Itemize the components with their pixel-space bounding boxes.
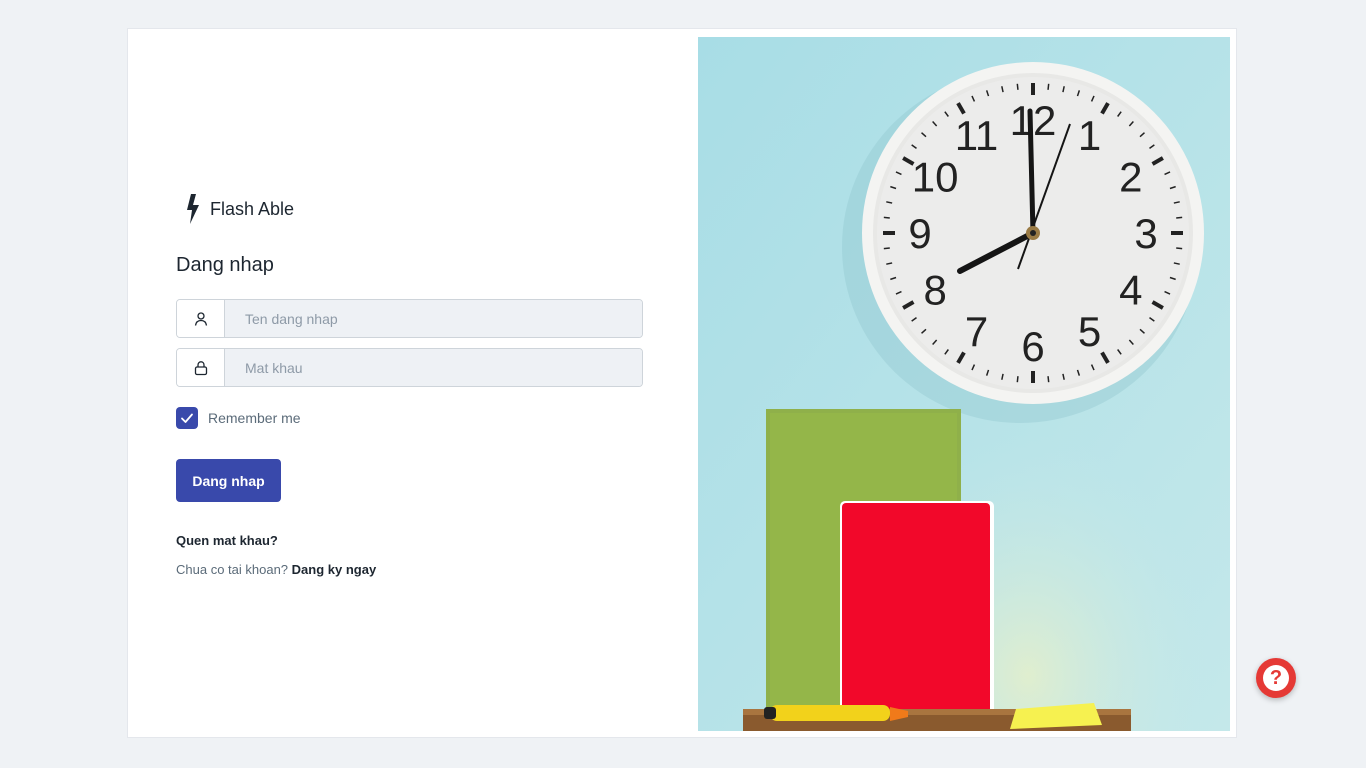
login-button[interactable]: Dang nhap — [176, 459, 281, 502]
svg-text:9: 9 — [908, 210, 931, 257]
no-account-text: Chua co tai khoan? — [176, 562, 289, 577]
login-card: Flash Able Dang nhap Ten dang nhap Remem… — [127, 28, 1237, 738]
svg-text:1: 1 — [1078, 112, 1101, 159]
brand-name: Flash Able — [210, 198, 295, 219]
password-field-group — [176, 348, 643, 387]
question-icon: ? — [1263, 665, 1289, 691]
svg-text:7: 7 — [965, 308, 988, 355]
remember-me-label[interactable]: Remember me — [208, 410, 301, 426]
remember-me-checkbox[interactable] — [176, 407, 198, 429]
username-field-group — [176, 299, 643, 338]
username-input[interactable] — [225, 300, 642, 337]
checkmark-icon — [181, 413, 193, 423]
svg-text:10: 10 — [912, 154, 959, 201]
red-notebook — [842, 503, 990, 729]
signup-link[interactable]: Dang ky ngay — [292, 562, 377, 577]
svg-text:11: 11 — [955, 112, 999, 159]
yellow-marker — [770, 705, 890, 721]
brand: Flash Able — [184, 189, 643, 229]
signup-line: Chua co tai khoan? Dang ky ngay — [176, 562, 643, 577]
svg-text:5: 5 — [1078, 308, 1101, 355]
lock-icon — [177, 349, 225, 386]
forgot-password-link[interactable]: Quen mat khau? — [176, 533, 643, 548]
svg-text:2: 2 — [1119, 154, 1142, 201]
svg-text:6: 6 — [1021, 323, 1044, 370]
login-form: Flash Able Dang nhap Ten dang nhap Remem… — [176, 189, 643, 577]
remember-me-row: Remember me — [176, 407, 643, 429]
user-icon — [177, 300, 225, 337]
svg-text:4: 4 — [1119, 267, 1142, 314]
svg-text:3: 3 — [1134, 210, 1157, 257]
svg-text:8: 8 — [923, 267, 946, 314]
lightning-bolt-icon — [184, 193, 202, 225]
login-illustration: 1 2 3 4 5 6 7 8 9 10 11 12 — [698, 37, 1230, 731]
password-input[interactable] — [225, 349, 642, 386]
help-button[interactable]: ? — [1256, 658, 1296, 698]
page-title: Dang nhap — [176, 254, 274, 276]
